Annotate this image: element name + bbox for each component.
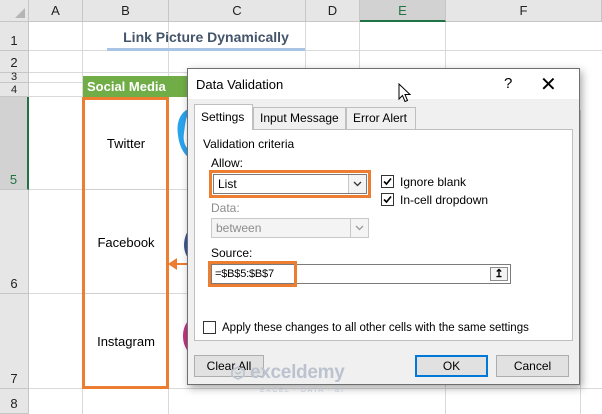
- cancel-button[interactable]: Cancel: [496, 355, 569, 377]
- watermark-tagline: EXCEL · DATA · BI: [260, 387, 345, 394]
- row-header-6[interactable]: 6: [0, 190, 29, 294]
- chevron-down-icon[interactable]: [350, 219, 368, 237]
- source-label: Source:: [211, 246, 253, 260]
- validation-criteria-heading: Validation criteria: [203, 137, 295, 151]
- arrow-left-icon: [168, 258, 177, 270]
- title-underline: [107, 48, 305, 51]
- row-header-1[interactable]: 1: [0, 22, 29, 51]
- dialog-title: Data Validation: [196, 77, 284, 92]
- mouse-cursor-icon: [398, 83, 412, 103]
- close-button[interactable]: ✕: [540, 72, 557, 97]
- data-dropdown[interactable]: between: [211, 218, 369, 238]
- gridline: [29, 72, 187, 73]
- data-label: Data:: [211, 201, 240, 215]
- ignore-blank-label: Ignore blank: [400, 175, 467, 189]
- column-header-b[interactable]: B: [83, 0, 169, 22]
- row-header-2[interactable]: 2: [0, 51, 29, 73]
- ignore-blank-checkbox[interactable]: [381, 175, 394, 188]
- row-header-3[interactable]: 3: [0, 71, 29, 83]
- apply-all-checkbox[interactable]: [203, 321, 216, 334]
- in-cell-dropdown-checkbox[interactable]: [381, 193, 394, 206]
- column-header-e[interactable]: E: [360, 0, 446, 22]
- allow-label: Allow:: [211, 156, 244, 170]
- column-header-c[interactable]: C: [169, 0, 306, 22]
- allow-highlight: [209, 170, 371, 198]
- tab-settings[interactable]: Settings: [194, 104, 253, 130]
- row-header-4[interactable]: 4: [0, 83, 29, 97]
- header-green-strip: [169, 76, 187, 97]
- source-highlight: [208, 261, 297, 287]
- source-range-highlight: [82, 97, 169, 389]
- twitter-logo-icon: [177, 109, 188, 157]
- settings-panel: Validation criteria Allow: List Ignore b…: [194, 129, 573, 341]
- gridline: [305, 22, 306, 68]
- checkmark-icon: [383, 195, 392, 204]
- apply-all-label: Apply these changes to all other cells w…: [222, 322, 529, 334]
- row-header-7[interactable]: 7: [0, 294, 29, 389]
- select-all-corner[interactable]: [0, 0, 29, 22]
- help-button[interactable]: ?: [504, 75, 512, 92]
- tab-input-message[interactable]: Input Message: [253, 107, 346, 129]
- data-value: between: [216, 221, 262, 235]
- social-media-header[interactable]: Social Media: [83, 76, 169, 97]
- column-header-a[interactable]: A: [29, 0, 83, 22]
- watermark-brand: exceldemy: [250, 362, 345, 383]
- tab-error-alert[interactable]: Error Alert: [346, 107, 416, 129]
- range-select-icon[interactable]: ↥: [490, 267, 508, 281]
- gridline: [445, 22, 446, 68]
- in-cell-dropdown-label: In-cell dropdown: [400, 193, 489, 207]
- row-header-8[interactable]: 8: [0, 389, 29, 414]
- exceldemy-logo-icon: [231, 366, 245, 380]
- ok-button[interactable]: OK: [415, 355, 488, 377]
- row-header-5[interactable]: 5: [0, 97, 29, 190]
- gridline: [359, 22, 360, 68]
- sheet-title: Link Picture Dynamically: [123, 29, 289, 45]
- checkmark-icon: [383, 177, 392, 186]
- column-header-f[interactable]: F: [446, 0, 602, 22]
- gridline: [445, 385, 446, 414]
- column-header-d[interactable]: D: [306, 0, 360, 22]
- gridline: [580, 110, 581, 414]
- data-validation-dialog: Data Validation ? ✕ Settings Input Messa…: [187, 68, 580, 385]
